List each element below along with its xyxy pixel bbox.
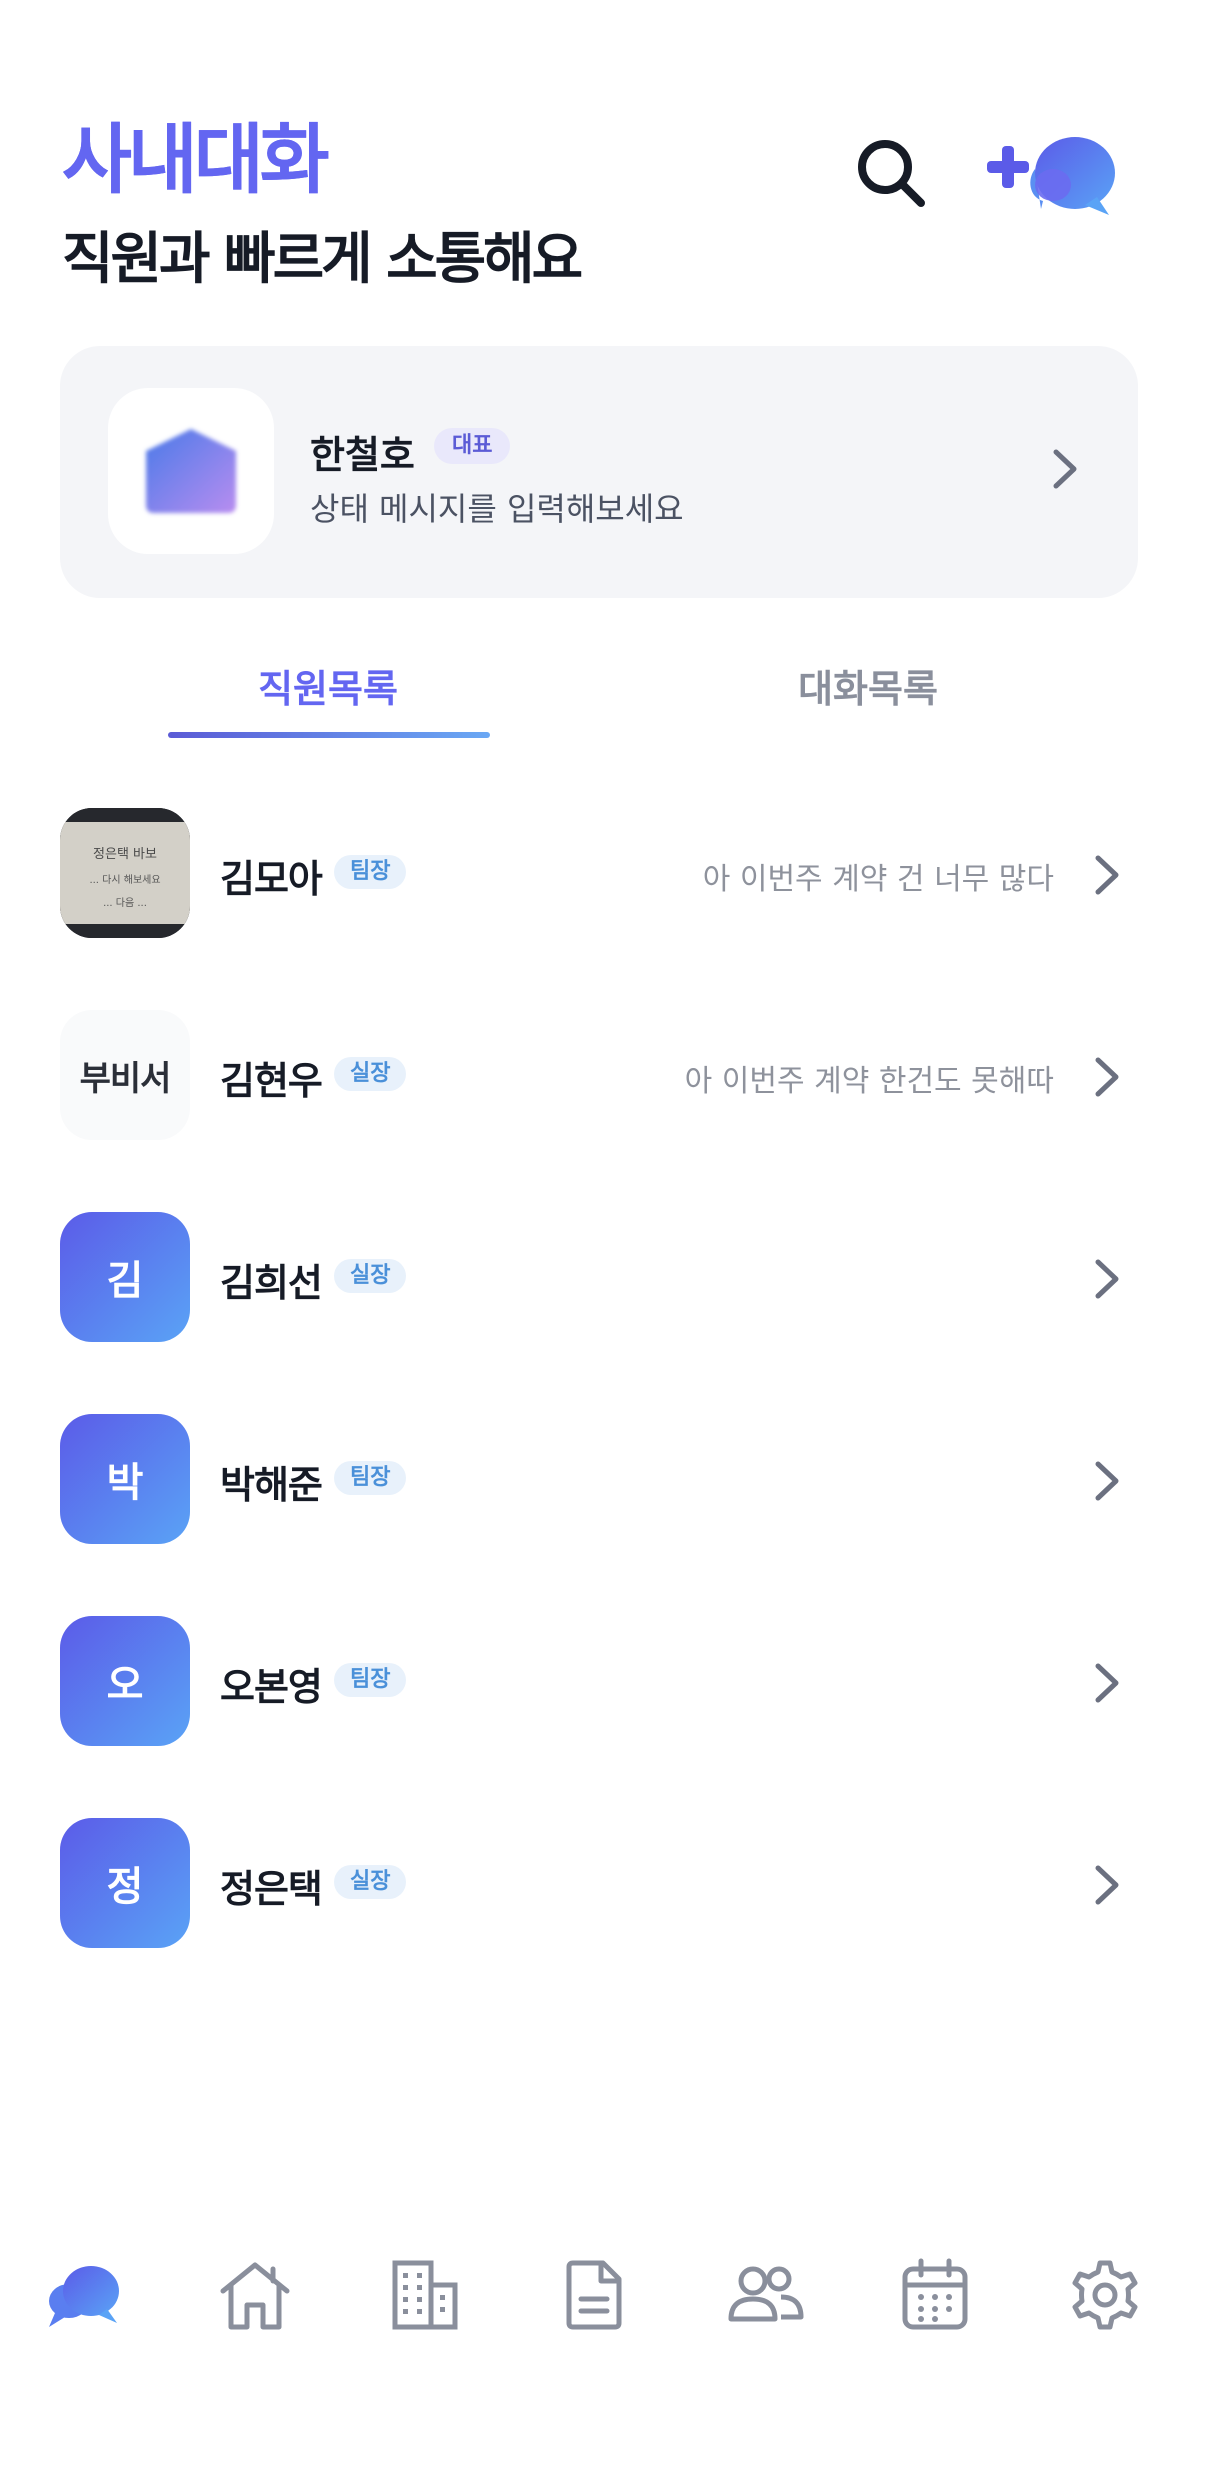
avatar: 부비서 [60,1010,190,1140]
profile-name: 한철호 [310,433,415,477]
avatar: 정 [60,1818,190,1948]
chat-bubbles-icon [49,2266,119,2327]
nav-users[interactable] [710,2240,820,2350]
page-subtitle: 직원과 빠르게 소통해요 [62,227,583,292]
staff-row[interactable]: 부비서 김현우 실장 아 이번주 계약 한건도 못해따 [0,1010,1206,1150]
staff-row[interactable]: 박 박해준 팀장 [0,1414,1206,1554]
search-icon [858,140,925,207]
new-chat-button[interactable] [980,118,1130,228]
active-tab-indicator [168,732,490,738]
my-profile-card[interactable]: 한철호 대표 상태 메시지를 입력해보세요 [60,346,1138,598]
gear-icon [1072,2260,1138,2330]
chevron-right-icon [1053,449,1077,489]
tab-chat-list[interactable]: 대화목록 [703,658,1033,713]
staff-name: 정은택 [220,1867,323,1911]
svg-text:정은택 바보: 정은택 바보 [93,847,157,862]
svg-text:... 다시 해보세요: ... 다시 해보세요 [89,873,160,886]
new-chat-icon [987,137,1115,215]
rank-badge: 팀장 [334,1461,407,1495]
staff-row[interactable]: 오 오본영 팀장 [0,1616,1206,1756]
status-message-field[interactable]: 상태 메시지를 입력해보세요 [310,484,684,530]
chevron-right-icon [1095,1259,1119,1299]
svg-text:... 다음 ...: ... 다음 ... [103,897,147,909]
search-button[interactable] [836,118,946,228]
staff-name: 오본영 [220,1665,323,1709]
nav-settings[interactable] [1050,2240,1160,2350]
photo-avatar-image: 정은택 바보 ... 다시 해보세요 ... 다음 ... [60,808,190,938]
staff-row[interactable]: 정은택 바보 ... 다시 해보세요 ... 다음 ... 김모아 팀장 아 이… [0,808,1206,948]
nav-document[interactable] [540,2240,650,2350]
chevron-right-icon [1095,1057,1119,1097]
staff-row[interactable]: 정 정은택 실장 [0,1818,1206,1958]
nav-home[interactable] [200,2240,310,2350]
home-icon [220,2262,290,2330]
rank-badge: 실장 [334,1057,407,1091]
rank-badge: 대표 [434,428,511,464]
rank-badge: 팀장 [334,1663,407,1697]
rank-badge: 실장 [334,1259,407,1293]
profile-avatar [108,388,274,554]
nav-chat[interactable] [30,2240,140,2350]
document-icon [566,2260,622,2330]
last-message: 아 이번주 계약 한건도 못해따 [684,1064,1054,1099]
staff-name: 김현우 [220,1059,323,1103]
bottom-nav [0,2240,1206,2360]
users-icon [728,2266,804,2322]
chevron-right-icon [1095,1461,1119,1501]
staff-name: 김희선 [220,1261,323,1305]
nav-building[interactable] [370,2240,480,2350]
avatar: 김 [60,1212,190,1342]
chevron-right-icon [1095,1663,1119,1703]
app-title: 사내대화 [62,115,330,204]
rank-badge: 실장 [334,1865,407,1899]
rank-badge: 팀장 [334,855,407,889]
tab-staff-list[interactable]: 직원목록 [163,658,493,713]
avatar: 오 [60,1616,190,1746]
nav-calendar[interactable] [880,2240,990,2350]
last-message: 아 이번주 계약 건 너무 많다 [702,862,1054,897]
avatar: 정은택 바보 ... 다시 해보세요 ... 다음 ... [60,808,190,938]
chevron-right-icon [1095,855,1119,895]
company-logo-icon [146,429,236,513]
avatar: 박 [60,1414,190,1544]
calendar-icon [902,2258,968,2330]
staff-name: 김모아 [220,857,323,901]
staff-row[interactable]: 김 김희선 실장 [0,1212,1206,1352]
staff-name: 박해준 [220,1463,323,1507]
chevron-right-icon [1095,1865,1119,1905]
building-icon [392,2260,458,2330]
